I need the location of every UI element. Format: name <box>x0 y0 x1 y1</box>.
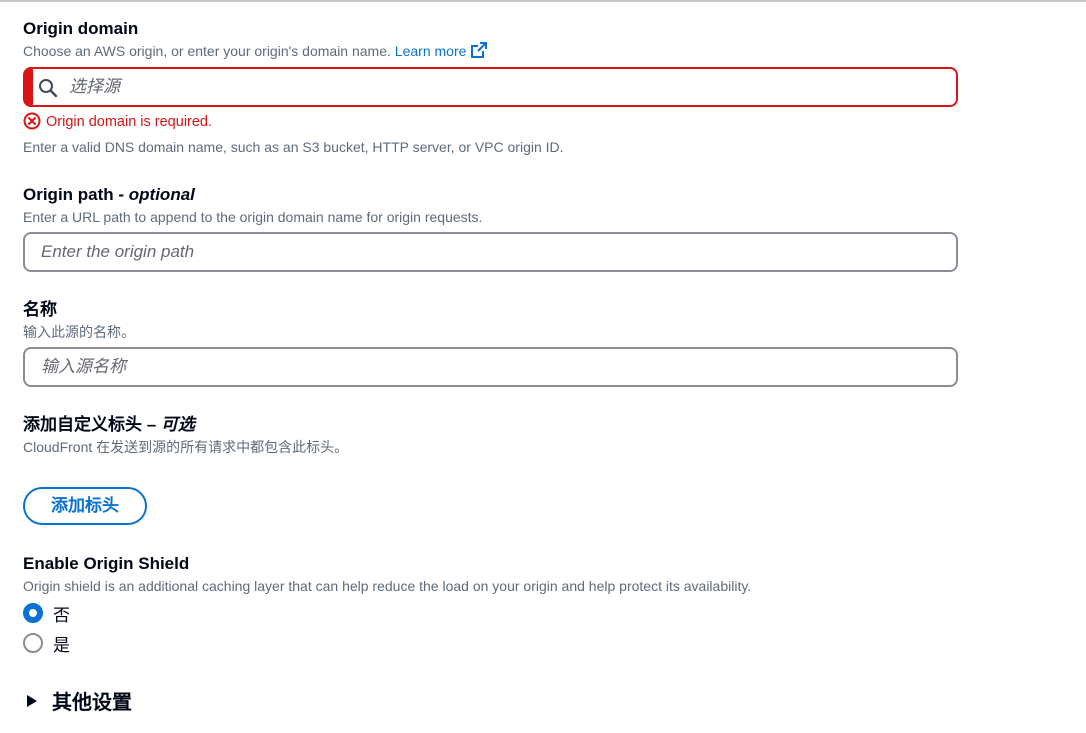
custom-header-field: 添加自定义标头 – 可选 CloudFront 在发送到源的所有请求中都包含此标… <box>23 414 958 457</box>
origin-domain-constraint: Enter a valid DNS domain name, such as a… <box>23 139 564 155</box>
learn-more-link[interactable]: Learn more <box>394 42 489 59</box>
caret-right-icon <box>27 694 37 707</box>
radio-yes[interactable] <box>23 633 43 653</box>
radio-no[interactable] <box>23 603 43 623</box>
origin-domain-description-text: Choose an AWS origin, or enter your orig… <box>23 43 391 59</box>
learn-more-label: Learn more <box>394 43 467 59</box>
search-icon <box>38 78 58 103</box>
origin-domain-error: Origin domain is required. <box>23 112 212 132</box>
custom-header-label: 添加自定义标头 – 可选 <box>23 414 958 436</box>
name-placeholder: 输入源名称 <box>41 357 126 376</box>
origin-domain-field: Origin domain Choose an AWS origin, or e… <box>23 18 958 64</box>
radio-no-label: 否 <box>53 605 70 625</box>
origin-domain-error-text: Origin domain is required. <box>46 114 213 130</box>
origin-shield-option-no[interactable]: 否 <box>23 601 70 625</box>
add-header-button[interactable]: 添加标头 <box>23 487 147 525</box>
origin-path-field: Origin path - optional Enter a URL path … <box>23 184 958 227</box>
origin-path-description: Enter a URL path to append to the origin… <box>23 209 483 225</box>
custom-header-optional: 可选 <box>160 415 195 434</box>
origin-domain-search-input[interactable]: 选择源 <box>23 67 958 107</box>
origin-path-placeholder: Enter the origin path <box>41 242 195 261</box>
origin-path-optional: optional <box>128 185 195 204</box>
name-input[interactable]: 输入源名称 <box>23 347 958 387</box>
custom-header-label-text: 添加自定义标头 – <box>23 415 161 434</box>
other-settings-label: 其他设置 <box>52 692 132 714</box>
origin-shield-description: Origin shield is an additional caching l… <box>23 578 752 594</box>
error-icon <box>23 112 41 130</box>
name-label: 名称 <box>23 300 57 319</box>
top-divider <box>0 0 1086 2</box>
origin-shield-label: Enable Origin Shield <box>23 554 190 573</box>
radio-yes-label: 是 <box>53 635 70 655</box>
origin-path-input[interactable]: Enter the origin path <box>23 232 958 272</box>
origin-domain-description: Choose an AWS origin, or enter your orig… <box>23 41 958 64</box>
origin-path-label: Origin path - optional <box>23 184 958 206</box>
name-description: 输入此源的名称。 <box>23 324 135 340</box>
origin-shield-option-yes[interactable]: 是 <box>23 631 70 655</box>
origin-path-label-text: Origin path - <box>23 185 129 204</box>
external-link-icon <box>470 41 488 64</box>
origin-domain-label: Origin domain <box>23 19 139 38</box>
other-settings-expander[interactable]: 其他设置 <box>23 686 132 715</box>
origin-shield-field: Enable Origin Shield Origin shield is an… <box>23 553 958 596</box>
name-field: 名称 输入此源的名称。 <box>23 299 958 342</box>
custom-header-description: CloudFront 在发送到源的所有请求中都包含此标头。 <box>23 439 349 455</box>
origin-domain-placeholder: 选择源 <box>69 77 120 96</box>
